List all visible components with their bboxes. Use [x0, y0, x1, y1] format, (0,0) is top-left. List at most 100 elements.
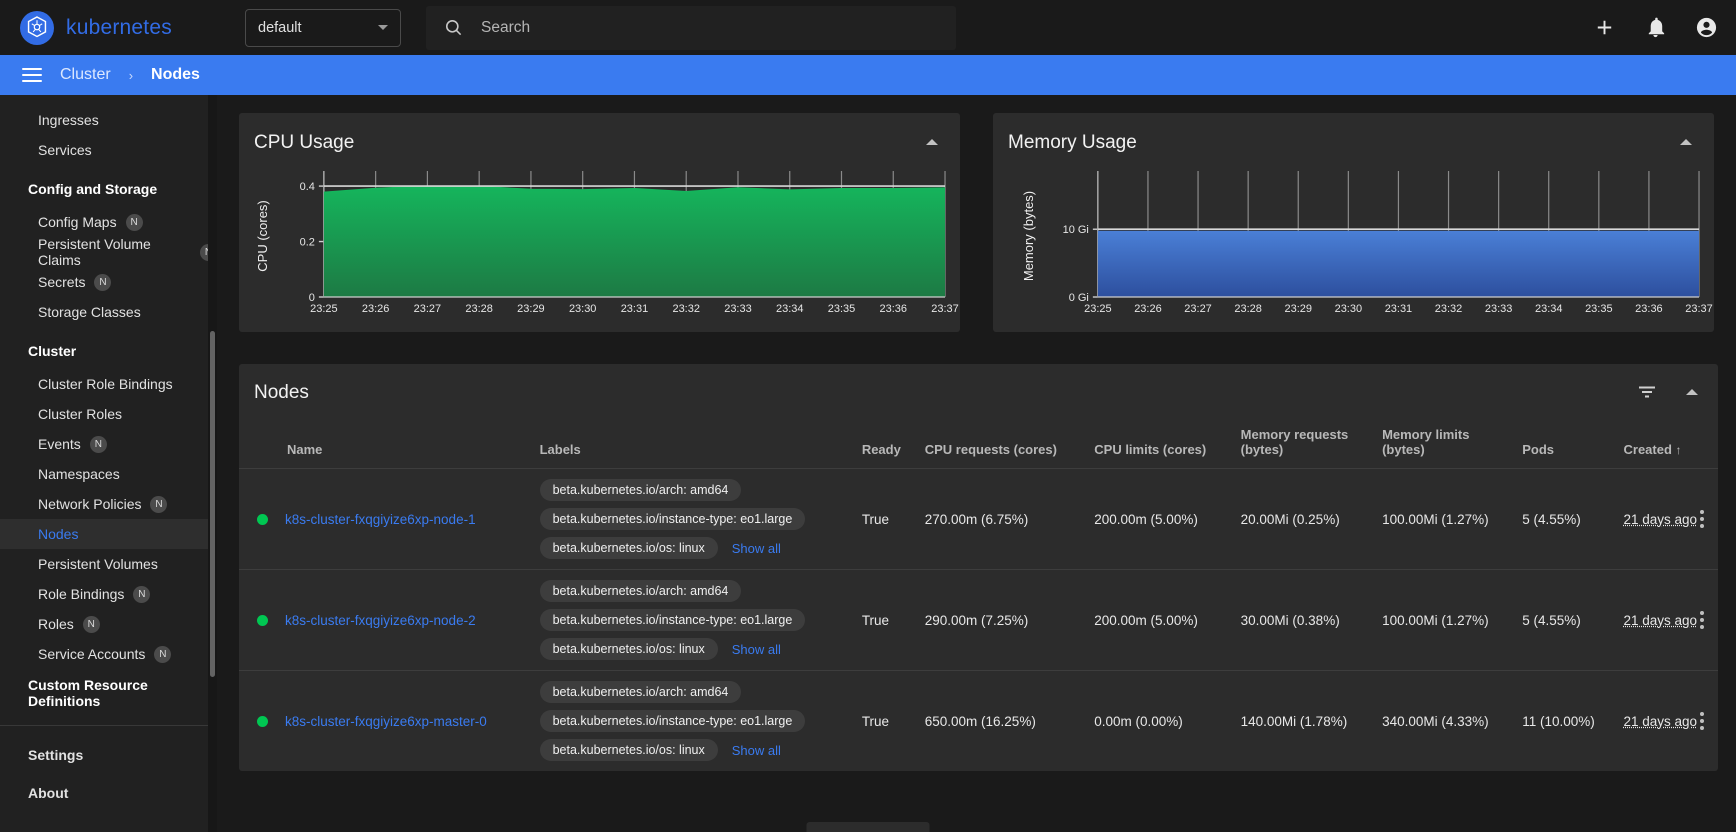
sidebar-item-cluster-role-bindings[interactable]: Cluster Role Bindings [0, 369, 217, 399]
sidebar-item-label: Service Accounts [38, 646, 145, 662]
x-tick-label: 23:28 [1234, 303, 1261, 315]
sidebar-item-settings[interactable]: Settings [0, 736, 217, 774]
sidebar-item-about[interactable]: About [0, 774, 217, 812]
sidebar-item-cluster-roles[interactable]: Cluster Roles [0, 399, 217, 429]
sidebar-item-namespaces[interactable]: Namespaces [0, 459, 217, 489]
collapse-chevron-up-icon[interactable] [1686, 389, 1698, 395]
search-input[interactable]: Search [481, 19, 530, 37]
plus-icon[interactable] [1593, 16, 1616, 39]
sidebar-item-label: Namespaces [38, 466, 120, 482]
filter-icon[interactable] [1638, 385, 1656, 399]
column-header-pods[interactable]: Pods [1514, 421, 1615, 469]
table-row[interactable]: k8s-cluster-fxqgiyize6xp-node-2beta.kube… [239, 570, 1718, 671]
collapse-chevron-up-icon[interactable] [1680, 139, 1692, 145]
row-actions-menu-icon[interactable] [1700, 611, 1704, 629]
node-name-link[interactable]: k8s-cluster-fxqgiyize6xp-node-1 [285, 512, 476, 527]
sidebar-item-label: Cluster Roles [38, 406, 122, 422]
cell-labels: beta.kubernetes.io/arch: amd64beta.kuber… [532, 469, 854, 570]
x-tick-label: 23:29 [1285, 303, 1312, 315]
x-tick-label: 23:28 [465, 303, 492, 315]
column-header-ready[interactable]: Ready [854, 421, 917, 469]
sidebar-item-list: IngressesServicesConfig and StorageConfi… [0, 95, 217, 711]
sidebar-scrollbar-thumb[interactable] [210, 331, 215, 677]
breadcrumb-parent-link[interactable]: Cluster [60, 66, 111, 84]
search-icon [444, 18, 463, 37]
sidebar-item-storage-classes[interactable]: Storage Classes [0, 297, 217, 327]
sidebar-item-label: Network Policies [38, 496, 141, 512]
namespace-selector[interactable]: default [245, 9, 401, 47]
y-axis-title: Memory (bytes) [1021, 191, 1036, 281]
collapse-chevron-up-icon[interactable] [926, 139, 938, 145]
sidebar-item-secrets[interactable]: SecretsN [0, 267, 217, 297]
main-content: CPU Usage 0.40.2023:2523:2623:2723:2823:… [217, 95, 1736, 832]
namespaced-badge-icon: N [126, 214, 143, 231]
sidebar-item-roles[interactable]: RolesN [0, 609, 217, 639]
sidebar-item-network-policies[interactable]: Network Policies N [0, 489, 217, 519]
column-header-name[interactable]: Name [239, 421, 532, 469]
namespaced-badge-icon: N [150, 496, 167, 513]
cell-created: 21 days ago [1616, 671, 1719, 772]
sidebar-item-persistent-volumes[interactable]: Persistent Volumes [0, 549, 217, 579]
created-timestamp: 21 days ago [1624, 512, 1698, 527]
sidebar-item-services[interactable]: Services [0, 135, 217, 165]
x-tick-label: 23:37 [931, 303, 958, 315]
label-chip: beta.kubernetes.io/arch: amd64 [540, 681, 742, 703]
node-name-link[interactable]: k8s-cluster-fxqgiyize6xp-node-2 [285, 613, 476, 628]
node-name-link[interactable]: k8s-cluster-fxqgiyize6xp-master-0 [285, 714, 487, 729]
cell-cpu-limits: 200.00m (5.00%) [1086, 469, 1232, 570]
column-header-labels[interactable]: Labels [532, 421, 854, 469]
sidebar-item-service-accounts[interactable]: Service AccountsN [0, 639, 217, 669]
kubernetes-helm-icon [24, 15, 50, 41]
x-tick-label: 23:33 [1485, 303, 1512, 315]
status-dot-ready [257, 615, 268, 626]
sidebar-item-config-maps[interactable]: Config MapsN [0, 207, 217, 237]
x-tick-label: 23:29 [517, 303, 544, 315]
sidebar-item-role-bindings[interactable]: Role BindingsN [0, 579, 217, 609]
brand-logo-group[interactable]: kubernetes [20, 11, 245, 45]
search-bar[interactable]: Search [426, 6, 956, 50]
table-row[interactable]: k8s-cluster-fxqgiyize6xp-node-1 beta.kube… [239, 469, 1718, 570]
cell-cpu-requests: 290.00m (7.25%) [917, 570, 1087, 671]
memory-usage-title: Memory Usage [993, 113, 1714, 154]
sidebar-item-custom-resource-definitions: Custom Resource Definitions [0, 675, 217, 711]
status-dot-ready [257, 514, 268, 525]
sidebar-nav: IngressesServicesConfig and StorageConfi… [0, 95, 217, 832]
account-circle-icon[interactable] [1695, 16, 1718, 39]
sidebar-item-label: Storage Classes [38, 304, 141, 320]
column-header-memory-requests-bytes-[interactable]: Memory requests(bytes) [1233, 421, 1374, 469]
column-header-cpu-requests-cores-[interactable]: CPU requests (cores) [917, 421, 1087, 469]
x-tick-label: 23:26 [1134, 303, 1161, 315]
nodes-table-body: k8s-cluster-fxqgiyize6xp-node-1 beta.kube… [239, 469, 1718, 772]
sidebar-item-nodes[interactable]: Nodes [0, 519, 217, 549]
table-row[interactable]: k8s-cluster-fxqgiyize6xp-master-0 beta.ku… [239, 671, 1718, 772]
show-all-labels-link[interactable]: Show all [732, 541, 781, 556]
x-tick-label: 23:25 [310, 303, 337, 315]
menu-toggle-icon[interactable] [22, 68, 42, 82]
column-header-created[interactable]: Created ↑ [1616, 421, 1719, 469]
column-header-memory-limits-bytes-[interactable]: Memory limits(bytes) [1374, 421, 1514, 469]
row-actions-menu-icon[interactable] [1700, 712, 1704, 730]
bottom-page-stub [807, 822, 930, 832]
cell-ready: True [854, 570, 917, 671]
cell-memory-requests: 20.00Mi (0.25%) [1233, 469, 1374, 570]
label-chip: beta.kubernetes.io/instance-type: eo1.la… [540, 710, 806, 732]
cell-cpu-limits: 200.00m (5.00%) [1086, 570, 1232, 671]
x-tick-label: 23:31 [1385, 303, 1412, 315]
cell-memory-limits: 340.00Mi (4.33%) [1374, 671, 1514, 772]
sidebar-item-events[interactable]: EventsN [0, 429, 217, 459]
column-header-cpu-limits-cores-[interactable]: CPU limits (cores) [1086, 421, 1232, 469]
row-actions-menu-icon[interactable] [1700, 510, 1704, 528]
nodes-table: NameLabelsReadyCPU requests (cores)CPU l… [239, 421, 1718, 771]
sidebar-item-persistent-volume-claims[interactable]: Persistent Volume ClaimsN [0, 237, 217, 267]
x-tick-label: 23:35 [828, 303, 855, 315]
cell-name: k8s-cluster-fxqgiyize6xp-node-1 [239, 469, 532, 570]
show-all-labels-link[interactable]: Show all [732, 642, 781, 657]
show-all-labels-link[interactable]: Show all [732, 743, 781, 758]
nodes-table-card: Nodes NameLabelsReadyCPU requests (cores… [239, 364, 1718, 771]
chart-area-series [324, 186, 945, 297]
brand-name: kubernetes [66, 16, 172, 40]
sidebar-item-ingresses[interactable]: Ingresses [0, 105, 217, 135]
cell-pods: 5 (4.55%) [1514, 469, 1615, 570]
sidebar-item-label: Cluster [28, 343, 76, 359]
bell-icon[interactable] [1644, 16, 1667, 39]
